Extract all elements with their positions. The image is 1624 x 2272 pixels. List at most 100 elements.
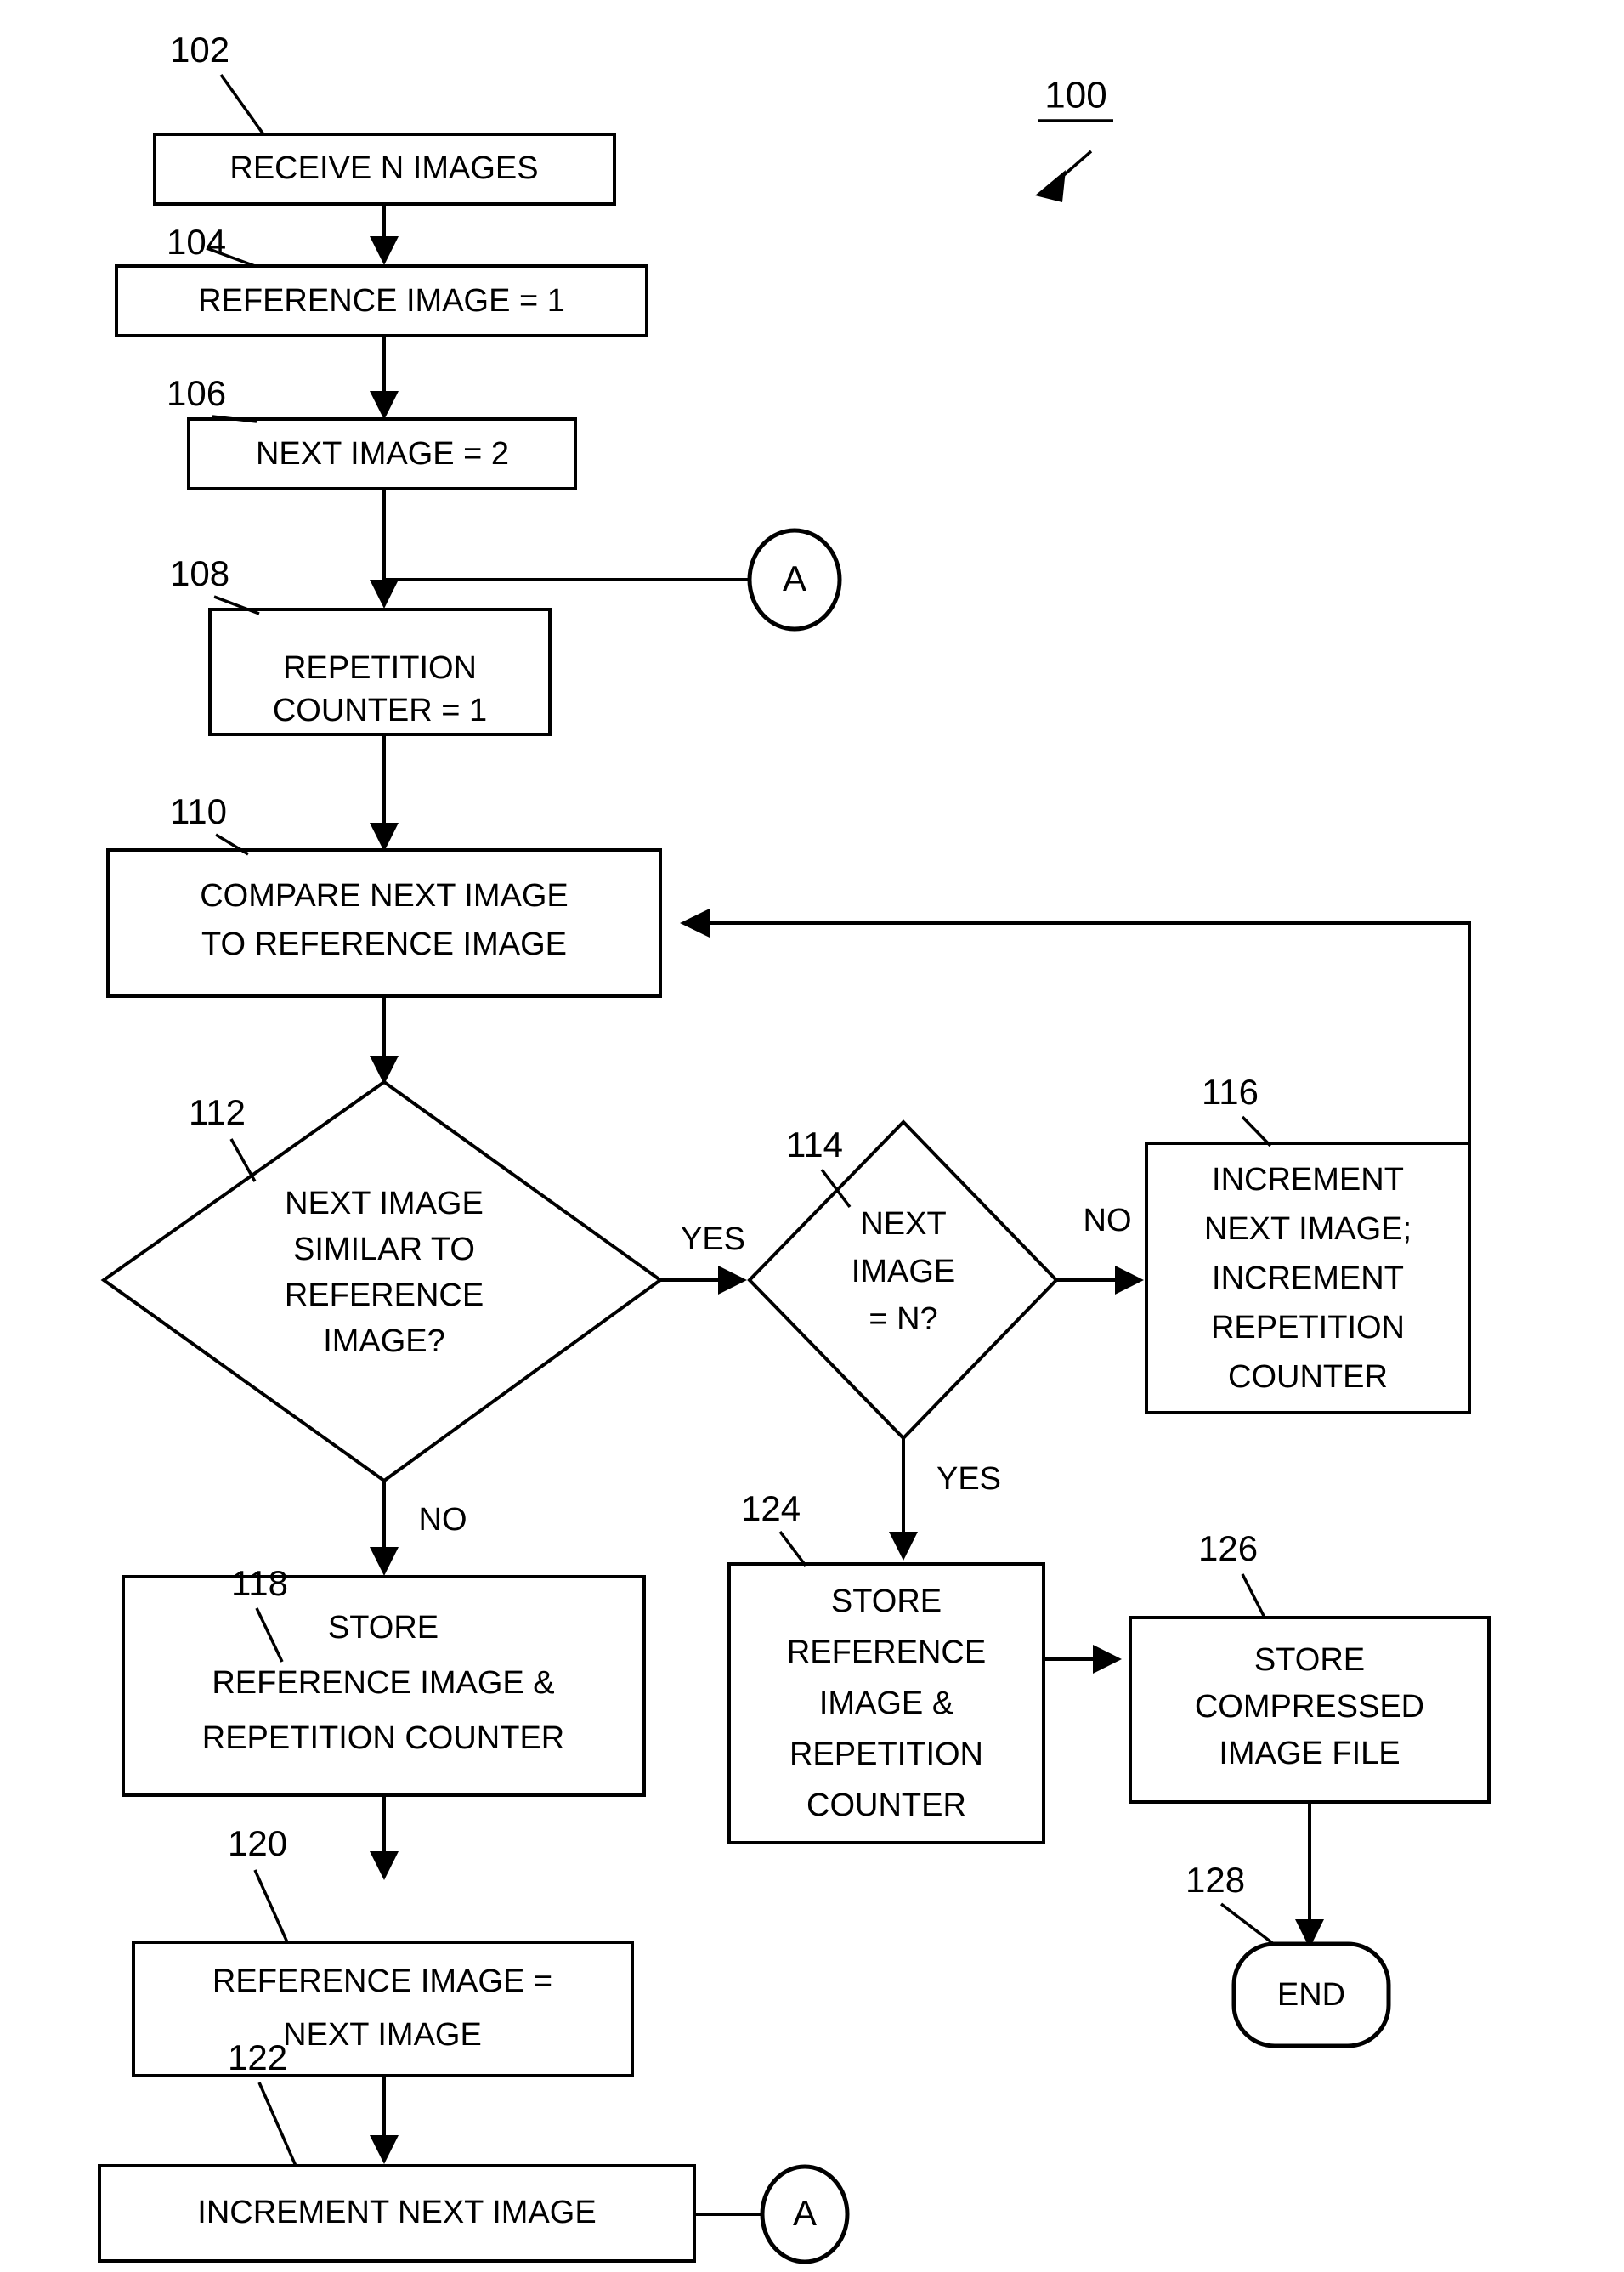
ref-number-116: 116 <box>1202 1072 1259 1112</box>
ref-112-group: 112 <box>189 1092 257 1182</box>
edge-label-114-no: NO <box>1084 1203 1132 1238</box>
node-116-label-line3: INCREMENT <box>1212 1261 1404 1296</box>
ref-number-126: 126 <box>1198 1528 1258 1568</box>
edge-118-to-120 <box>370 1795 399 1880</box>
node-120-box[interactable] <box>132 1941 634 2077</box>
node-106-next-image-equals-2[interactable]: NEXT IMAGE = 2 <box>187 417 577 490</box>
node-102-receive-n-images[interactable]: RECEIVE N IMAGES <box>153 133 616 206</box>
edge-102-to-104 <box>370 204 399 265</box>
node-114-decision-next-image-equals-n[interactable]: NEXT IMAGE = N? <box>747 1119 1059 1441</box>
figure-number: 100 <box>1044 75 1106 116</box>
node-120-label-line2: NEXT IMAGE <box>283 2017 482 2053</box>
figure-number-group: 100 <box>1035 75 1113 202</box>
node-116-increment[interactable]: INCREMENT NEXT IMAGE; INCREMENT REPETITI… <box>1145 1142 1471 1414</box>
ref-122-leader <box>257 2082 297 2167</box>
connector-a-top-label: A <box>783 558 806 598</box>
ref-122-group: 122 <box>228 2037 297 2167</box>
node-110-compare-next-image[interactable]: COMPARE NEXT IMAGE TO REFERENCE IMAGE <box>106 848 662 998</box>
node-128-end-terminator[interactable]: END <box>1231 1941 1391 2048</box>
edge-116-feedback-to-110 <box>680 909 1471 1143</box>
ref-126-group: 126 <box>1198 1528 1266 1618</box>
edge-label-112-no: NO <box>419 1502 467 1538</box>
node-112-label-line2: SIMILAR TO <box>293 1232 475 1267</box>
node-108-label-line2: COUNTER = 1 <box>273 693 487 728</box>
node-106-label: NEXT IMAGE = 2 <box>256 436 509 472</box>
node-116-label-line1: INCREMENT <box>1212 1162 1404 1198</box>
ref-number-112: 112 <box>189 1092 246 1132</box>
ref-number-114: 114 <box>786 1125 843 1164</box>
edge-108-110-arrowhead <box>370 823 399 852</box>
ref-116-group: 116 <box>1202 1072 1272 1147</box>
node-108-label-line1: REPETITION <box>283 650 477 686</box>
ref-104-group: 104 <box>167 222 226 262</box>
ref-126-leader <box>1241 1573 1266 1618</box>
node-124-store-reference-image-and-counter[interactable]: STORE REFERENCE IMAGE & REPETITION COUNT… <box>727 1562 1045 1844</box>
ref-128-group: 128 <box>1185 1860 1276 1946</box>
ref-number-102: 102 <box>170 30 229 70</box>
edge-104-106-arrowhead <box>370 391 399 420</box>
edge-label-112-yes: YES <box>681 1221 745 1257</box>
ref-number-120: 120 <box>228 1823 287 1863</box>
node-104-label: REFERENCE IMAGE = 1 <box>198 283 565 319</box>
node-110-label-line2: TO REFERENCE IMAGE <box>201 926 567 962</box>
patent-flowchart: 100 RECEIVE N IMAGES 102 REFERENCE IMAGE… <box>0 0 1624 2272</box>
node-102-label: RECEIVE N IMAGES <box>229 150 538 186</box>
node-126-label-line1: STORE <box>1254 1642 1365 1678</box>
edge-116-110-arrowhead <box>680 909 710 938</box>
node-116-label-line2: NEXT IMAGE; <box>1204 1211 1412 1247</box>
node-112-decision-similar[interactable]: NEXT IMAGE SIMILAR TO REFERENCE IMAGE? <box>100 1079 664 1483</box>
node-124-label-line3: IMAGE & <box>819 1686 953 1721</box>
edge-116-110-path <box>701 921 1471 1143</box>
node-124-label-line4: REPETITION <box>789 1737 983 1772</box>
ref-124-leader <box>778 1530 807 1567</box>
edge-114-no-to-116: NO <box>1056 1203 1144 1295</box>
node-104-reference-image-equals-1[interactable]: REFERENCE IMAGE = 1 <box>115 264 648 337</box>
node-114-label-line3: = N? <box>869 1301 937 1337</box>
edge-126-to-128 <box>1295 1802 1324 1948</box>
ref-114-group: 114 <box>786 1125 852 1209</box>
node-120-reference-image-equals-next-image[interactable]: REFERENCE IMAGE = NEXT IMAGE <box>132 1941 634 2077</box>
node-118-label-line1: STORE <box>328 1610 439 1646</box>
ref-120-leader <box>253 1869 289 1943</box>
edge-120-to-122 <box>370 2076 399 2164</box>
ref-number-124: 124 <box>741 1488 801 1528</box>
ref-102-group: 102 <box>170 30 265 136</box>
node-126-store-compressed-image-file[interactable]: STORE COMPRESSED IMAGE FILE <box>1129 1616 1491 1804</box>
ref-number-108: 108 <box>170 553 229 593</box>
edge-112-yes-to-114: YES <box>660 1221 747 1295</box>
edge-118-120-arrowhead <box>370 1851 399 1880</box>
ref-124-group: 124 <box>741 1488 807 1567</box>
node-116-label-line5: COUNTER <box>1228 1359 1388 1395</box>
ref-number-106: 106 <box>167 373 226 413</box>
node-122-label: INCREMENT NEXT IMAGE <box>197 2195 596 2230</box>
node-114-label-line2: IMAGE <box>852 1254 955 1289</box>
flowchart-canvas: 100 RECEIVE N IMAGES 102 REFERENCE IMAGE… <box>98 30 1491 2264</box>
node-124-label-line5: COUNTER <box>806 1788 966 1823</box>
ref-number-128: 128 <box>1185 1860 1245 1900</box>
edge-114-124-arrowhead <box>889 1532 918 1561</box>
edge-104-to-106 <box>370 336 399 420</box>
node-108-repetition-counter-equals-1[interactable]: REPETITION COUNTER = 1 <box>208 608 552 736</box>
ref-128-leader <box>1219 1902 1276 1946</box>
ref-106-group: 106 <box>167 373 257 423</box>
node-112-label-line1: NEXT IMAGE <box>285 1186 484 1221</box>
ref-116-leader <box>1241 1115 1272 1147</box>
node-124-label-line1: STORE <box>831 1584 942 1619</box>
node-118-store-reference-image-and-counter[interactable]: STORE REFERENCE IMAGE & REPETITION COUNT… <box>122 1575 646 1797</box>
connector-a-bottom-group[interactable]: A <box>694 2164 850 2264</box>
ref-112-leader <box>229 1138 257 1182</box>
node-118-label-line2: REFERENCE IMAGE & <box>212 1665 554 1701</box>
ref-number-122: 122 <box>228 2037 287 2077</box>
node-110-box[interactable] <box>106 848 662 998</box>
edge-108-to-110 <box>370 734 399 852</box>
node-124-label-line2: REFERENCE <box>787 1635 986 1670</box>
edge-106-108-arrowhead <box>370 580 399 609</box>
node-112-label-line3: REFERENCE <box>285 1278 484 1313</box>
edge-label-114-yes: YES <box>936 1461 1001 1497</box>
node-112-label-line4: IMAGE? <box>323 1323 445 1359</box>
node-110-label-line1: COMPARE NEXT IMAGE <box>200 878 569 914</box>
node-116-label-line4: REPETITION <box>1211 1310 1405 1346</box>
edge-120-122-arrowhead <box>370 2135 399 2164</box>
ref-number-104: 104 <box>167 222 226 262</box>
node-122-increment-next-image[interactable]: INCREMENT NEXT IMAGE <box>98 2164 696 2263</box>
